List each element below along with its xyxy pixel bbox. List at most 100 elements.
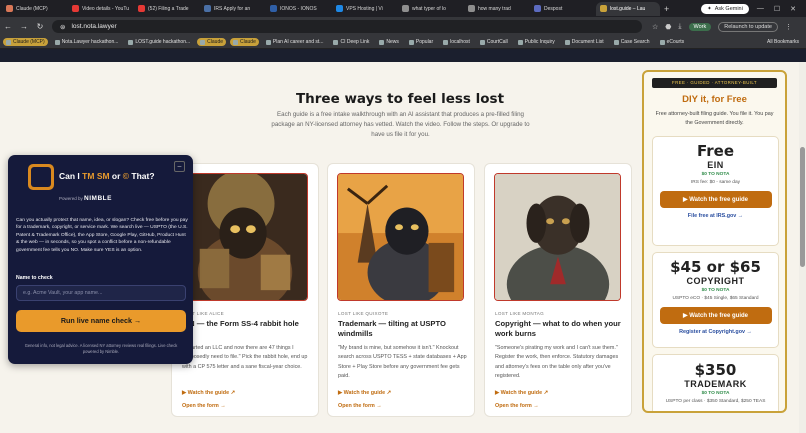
browser-tab[interactable]: Despost — [530, 2, 594, 16]
tab-label: what typer of lo — [412, 5, 446, 12]
open-form-link[interactable]: Open the form → — [182, 403, 226, 409]
bookmark-icon — [6, 39, 11, 45]
open-form-link[interactable]: Open the form → — [338, 403, 382, 409]
tab-favicon-icon — [600, 5, 607, 12]
tab-favicon-icon — [534, 5, 541, 12]
tab-favicon-icon — [270, 5, 277, 12]
offer-link[interactable]: Register at Copyright.gov → — [653, 329, 778, 335]
all-bookmarks-link[interactable]: All Bookmarks — [764, 38, 802, 46]
new-tab-icon[interactable]: + — [664, 4, 669, 14]
site-info-icon[interactable]: ⊜ — [60, 23, 65, 31]
panel-badge: FREE · GUIDED · ATTORNEY-BUILT — [652, 78, 777, 88]
tab-label: how many trad — [478, 5, 511, 12]
reload-icon[interactable]: ↻ — [32, 22, 48, 31]
forward-icon[interactable]: → — [16, 22, 32, 31]
ask-gemini-button[interactable]: ✦ Ask Gemini — [701, 3, 749, 14]
address-bar[interactable]: ⊜ lost.nota.lawyer — [52, 20, 642, 33]
tab-label: VPS Hosting | Vi — [346, 5, 383, 12]
open-form-link[interactable]: Open the form → — [495, 403, 539, 409]
magnifier-logo-icon — [28, 164, 54, 190]
watch-guide-link[interactable]: ▶ Watch the guide ↗ — [495, 390, 548, 396]
widget-description: Can you actually protect that name, idea… — [16, 218, 188, 253]
tab-favicon-icon — [6, 5, 13, 12]
browser-tab[interactable]: what typer of lo — [398, 2, 462, 16]
profile-pill[interactable]: Work — [688, 22, 712, 31]
maximize-icon[interactable]: ☐ — [774, 5, 780, 13]
bookmark-label: CourtCall — [486, 39, 508, 45]
bookmark-label: CI Deep Link — [340, 39, 370, 45]
bookmark-icon — [379, 39, 385, 45]
page-scrollbar[interactable] — [799, 62, 806, 433]
bookmark-item[interactable]: Public Inquiry — [515, 38, 558, 46]
powered-by: Powered by NIMBLE — [59, 195, 112, 202]
browser-tab[interactable]: lost.guide – Lau — [596, 1, 660, 16]
browser-tab[interactable]: (52) Filing a Trade — [134, 2, 198, 16]
bookmark-item[interactable]: Popular — [406, 38, 436, 46]
offer-card-trademark: $350 TRADEMARK $0 TO NOTA USPTO per clas… — [652, 354, 779, 411]
bookmark-label: Case Search — [620, 39, 650, 45]
tab-label: Despost — [544, 5, 563, 12]
bookmark-item[interactable]: Plan AI career and st... — [263, 38, 327, 46]
bookmark-star-icon[interactable]: ☆ — [652, 23, 658, 31]
extension-icon[interactable]: ⬣ — [665, 23, 671, 31]
bookmark-item[interactable]: Claude (MCP) — [3, 38, 48, 46]
panel-subtitle: Free attorney-built filing guide. You fi… — [655, 111, 774, 126]
gemini-icon: ✦ — [707, 5, 712, 12]
widget-title: Can I TM SM or © That? — [59, 171, 155, 181]
watch-guide-link[interactable]: ▶ Watch the guide ↗ — [182, 390, 235, 396]
bookmark-item[interactable]: Claude — [197, 38, 227, 46]
bookmark-item[interactable]: eCourts — [657, 38, 688, 46]
close-window-icon[interactable]: ✕ — [790, 5, 796, 13]
offer-note: IRS fee: $0 - same day — [690, 180, 741, 185]
bookmark-item[interactable]: Claude — [230, 38, 259, 46]
card-image-quixote-dog — [337, 173, 464, 301]
back-icon[interactable]: ← — [0, 22, 16, 31]
card-quote: "I started an LLC and now there are 47 t… — [182, 345, 308, 370]
bookmark-item[interactable]: News — [376, 38, 402, 46]
bookmark-item[interactable]: Nota.Lawyer hackathon... — [52, 38, 122, 46]
offer-card-ein: Free EIN $0 TO NOTA IRS fee: $0 - same d… — [652, 136, 779, 246]
browser-tab[interactable]: IRS Apply for an — [200, 2, 264, 16]
run-name-check-button[interactable]: Run live name check → — [16, 310, 186, 332]
offer-card-copyright: $45 or $65 COPYRIGHT $0 TO NOTA USPTO eC… — [652, 252, 779, 348]
page-content: Three ways to feel less lost Each guide … — [0, 62, 806, 433]
browser-tab[interactable]: VPS Hosting | Vi — [332, 2, 396, 16]
bookmark-label: Nota.Lawyer hackathon... — [61, 39, 119, 45]
offer-label: COPYRIGHT — [686, 276, 745, 286]
card-image-alice-dog — [181, 173, 308, 301]
browser-tab[interactable]: Claude (MCP) — [2, 2, 66, 16]
offer-tag: $0 TO NOTA — [701, 391, 730, 396]
download-icon[interactable]: ⤓ — [678, 23, 681, 31]
bookmark-item[interactable]: CourtCall — [477, 38, 511, 46]
bookmark-label: Document List — [571, 39, 604, 45]
browser-tab[interactable]: Video details - YouTu — [68, 2, 132, 16]
bookmark-label: Popular — [415, 39, 434, 45]
bookmark-item[interactable]: Document List — [562, 38, 607, 46]
watch-free-guide-button[interactable]: ▶ Watch the free guide — [659, 307, 772, 324]
card-title: EIN — the Form SS-4 rabbit hole — [182, 319, 299, 328]
card-kicker: LOST LIKE QUIXOTE — [338, 311, 389, 316]
minimize-icon[interactable]: — — [757, 5, 764, 12]
bookmark-item[interactable]: localhost — [440, 38, 473, 46]
card-title: Copyright — what to do when your work bu… — [495, 319, 621, 338]
watch-guide-link[interactable]: ▶ Watch the guide ↗ — [338, 390, 391, 396]
offer-link[interactable]: File free at IRS.gov → — [653, 213, 778, 219]
name-field-label: Name to check — [16, 275, 53, 281]
bookmark-icon — [333, 39, 339, 45]
tab-favicon-icon — [402, 5, 409, 12]
tab-label: IONOS - IONOS — [280, 5, 317, 12]
bookmark-item[interactable]: CI Deep Link — [330, 38, 372, 46]
bookmark-icon — [128, 39, 134, 45]
scrollbar-thumb[interactable] — [800, 147, 805, 267]
browser-tab[interactable]: how many trad — [464, 2, 528, 16]
bookmark-item[interactable]: LOST.guide hackathon... — [125, 38, 193, 46]
bookmark-item[interactable]: Case Search — [611, 38, 653, 46]
menu-icon[interactable]: ⋮ — [785, 23, 792, 31]
browser-tab[interactable]: IONOS - IONOS — [266, 2, 330, 16]
name-input[interactable]: e.g. Acme Vault, your app name... — [16, 285, 186, 301]
widget-disclaimer: General info, not legal advice. A licens… — [24, 343, 178, 354]
relaunch-button[interactable]: Relaunch to update — [718, 21, 778, 32]
watch-free-guide-button[interactable]: ▶ Watch the free guide — [659, 191, 772, 208]
bookmark-icon — [564, 39, 570, 45]
minimize-widget-icon[interactable]: – — [174, 161, 185, 172]
